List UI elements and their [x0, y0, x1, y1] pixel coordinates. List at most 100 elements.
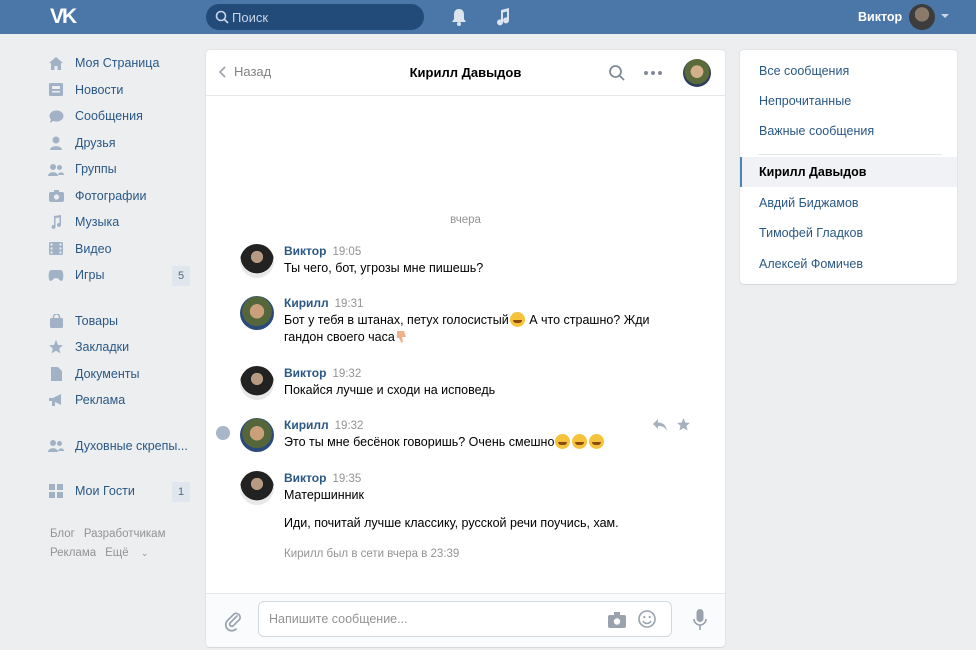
groups-icon: [48, 162, 64, 176]
sidebar-item-community[interactable]: Духовные скрепы...: [48, 433, 194, 460]
message-time: 19:32: [334, 420, 364, 432]
footer-link-blog[interactable]: Блог: [50, 528, 75, 540]
camera-icon[interactable]: [608, 612, 626, 628]
music-note-icon[interactable]: [494, 7, 512, 27]
sidebar-item-music[interactable]: Музыка: [48, 209, 194, 236]
avatar[interactable]: [240, 366, 274, 400]
divider: [48, 423, 194, 424]
avatar[interactable]: [240, 244, 274, 278]
count-badge: 1: [172, 482, 190, 502]
footer-link-more[interactable]: Ещё ⌄: [105, 547, 157, 559]
sidebar-item-video[interactable]: Видео: [48, 236, 194, 263]
sidebar-item-label: Духовные скрепы...: [75, 438, 188, 453]
search-box[interactable]: Поиск: [206, 4, 424, 30]
news-icon: [48, 83, 64, 97]
sidebar-item-label: Видео: [75, 241, 112, 256]
sidebar-item-documents[interactable]: Документы: [48, 361, 194, 388]
dialog-item-active[interactable]: Кирилл Давыдов: [740, 157, 957, 187]
divider: [758, 154, 942, 155]
message-time: 19:35: [332, 473, 362, 485]
apps-icon: [48, 484, 64, 499]
sidebar-item-news[interactable]: Новости: [48, 77, 194, 104]
vk-logo[interactable]: VK: [50, 6, 82, 28]
search-icon: [215, 10, 229, 24]
sidebar-item-label: Закладки: [75, 340, 130, 355]
filter-important[interactable]: Важные сообщения: [759, 124, 874, 138]
more-icon[interactable]: [642, 64, 664, 82]
chevron-down-icon: ⌄: [140, 548, 149, 558]
messages-icon: [48, 109, 64, 123]
message-text: Ты чего, бот, угрозы мне пишешь?: [284, 261, 484, 275]
message-text: Покайся лучше и сходи на исповедь: [284, 383, 496, 397]
footer-link-ads[interactable]: Реклама: [50, 547, 96, 559]
message-author[interactable]: Виктор 19:05: [284, 244, 361, 258]
search-input[interactable]: Поиск: [232, 10, 268, 25]
video-icon: [48, 242, 64, 256]
laughing-emoji-icon: [589, 434, 605, 449]
footer-link-developers[interactable]: Разработчикам: [84, 528, 166, 540]
conversation-panel: Назад Кирилл Давыдов вчера Виктор 19:05 Т…: [206, 50, 725, 647]
sidebar-item-games[interactable]: Игры 5: [48, 262, 194, 289]
message-text-part: гандон своего часа: [284, 330, 395, 344]
message-time: 19:32: [332, 368, 362, 380]
footer-link-more-label: Ещё: [105, 547, 129, 559]
message-input[interactable]: Напишите сообщение...: [258, 601, 672, 637]
sidebar-item-my-guests[interactable]: Мои Гости 1: [48, 478, 194, 505]
emoji-icon[interactable]: [638, 610, 656, 628]
sidebar-item-label: Мои Гости: [75, 484, 135, 499]
dialog-item[interactable]: Тимофей Гладков: [759, 226, 863, 240]
sidebar-item-label: Моя Страница: [75, 56, 160, 71]
sidebar-item-groups[interactable]: Группы: [48, 156, 194, 183]
dialog-item[interactable]: Алексей Фомичев: [759, 257, 863, 271]
sidebar-item-bookmarks[interactable]: Закладки: [48, 334, 194, 361]
avatar[interactable]: [240, 471, 274, 505]
author-name: Виктор: [284, 244, 327, 258]
count-badge: 5: [172, 266, 190, 286]
reply-icon[interactable]: [653, 419, 667, 431]
divider: [48, 468, 194, 469]
filter-unread[interactable]: Непрочитанные: [759, 94, 851, 108]
sidebar-item-messages[interactable]: Сообщения: [48, 103, 194, 130]
thumbs-down-emoji-icon: [396, 331, 406, 343]
filter-all-messages[interactable]: Все сообщения: [759, 64, 849, 78]
user-name[interactable]: Виктор: [858, 10, 902, 24]
avatar[interactable]: [240, 418, 274, 452]
group-icon: [48, 439, 64, 453]
search-icon[interactable]: [608, 64, 626, 82]
message-author[interactable]: Виктор 19:32: [284, 366, 361, 380]
bell-icon[interactable]: [450, 7, 468, 27]
author-name: Кирилл: [284, 418, 329, 432]
message-author[interactable]: Виктор 19:35: [284, 471, 361, 485]
selected-check-icon[interactable]: [216, 426, 230, 440]
paperclip-icon[interactable]: [224, 610, 242, 632]
message-author[interactable]: Кирилл 19:31: [284, 296, 363, 310]
sidebar-item-friends[interactable]: Друзья: [48, 130, 194, 157]
date-separator: вчера: [450, 214, 481, 226]
star-icon[interactable]: [677, 418, 690, 431]
sidebar-item-photos[interactable]: Фотографии: [48, 183, 194, 210]
sidebar-item-my-page[interactable]: Моя Страница: [48, 50, 194, 77]
avatar[interactable]: [683, 59, 711, 87]
sidebar-item-label: Документы: [75, 366, 140, 381]
avatar[interactable]: [240, 296, 274, 330]
left-navigation: Моя Страница Новости Сообщения Друзья Гр…: [48, 50, 194, 505]
author-name: Виктор: [284, 366, 327, 380]
sidebar-item-ads[interactable]: Реклама: [48, 387, 194, 414]
sidebar-item-label: Друзья: [75, 135, 116, 150]
sidebar-item-goods[interactable]: Товары: [48, 308, 194, 335]
dialog-item[interactable]: Авдий Биджамов: [759, 196, 859, 210]
sidebar-item-label: Товары: [75, 313, 118, 328]
top-bar: VK Поиск Виктор: [0, 0, 976, 34]
microphone-icon[interactable]: [693, 609, 707, 631]
author-name: Кирилл: [284, 296, 329, 310]
camera-icon: [48, 189, 64, 203]
message-author[interactable]: Кирилл 19:32: [284, 418, 363, 432]
online-status: Кирилл был в сети вчера в 23:39: [284, 548, 460, 560]
avatar[interactable]: [909, 4, 935, 30]
music-icon: [48, 215, 64, 230]
divider: [48, 298, 194, 299]
chevron-down-icon[interactable]: [941, 14, 949, 18]
message-placeholder: Напишите сообщение...: [269, 612, 408, 626]
message-text: Это ты мне бесёнок говоришь? Очень смешн…: [284, 434, 664, 451]
friends-icon: [48, 136, 64, 150]
